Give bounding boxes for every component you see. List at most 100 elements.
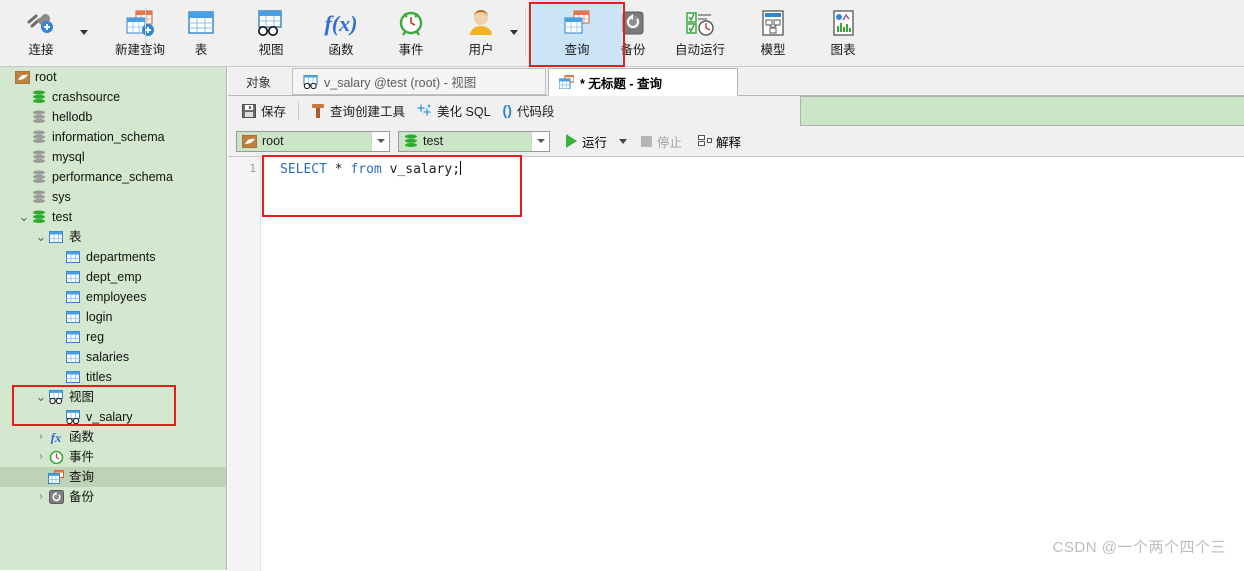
database-select-chevron[interactable] [531,131,549,151]
ribbon-toolbar: 连接 新建查询 表 视图 f(x) 函数 事件 用户 查询 备份 自动运行 模型… [0,0,1244,67]
run-label: 运行 [582,135,608,150]
connection-dropdown-caret[interactable] [80,30,88,35]
tree-node-label: employees [86,290,147,304]
table-icon [65,250,81,264]
text-caret [460,161,462,175]
run-button[interactable]: 运行 [562,130,611,152]
tree-node[interactable]: information_schema [0,127,226,147]
tab-untitled-query[interactable]: * 无标题 - 查询 [548,68,738,96]
table-icon [65,350,81,364]
user-icon [461,7,501,39]
db-gray-icon [31,170,47,184]
tree-node[interactable]: 查询 [0,467,226,487]
table-icon [65,370,81,384]
beautify-sql-label: 美化 SQL [437,105,491,119]
ribbon-label: 用户 [468,43,494,57]
database-select[interactable]: test [398,130,550,152]
db-gray-icon [31,190,47,204]
tree-node-label: departments [86,250,156,264]
ribbon-group-event: 事件 [378,0,444,66]
connection-icon [242,134,257,148]
ribbon-group-connection: 连接 [8,0,88,66]
ribbon-label: 事件 [398,43,424,57]
tab-v-salary-view[interactable]: v_salary @test (root) - 视图 [292,68,546,95]
tree-node[interactable]: › fx 函数 [0,427,226,447]
tree-node[interactable]: › 事件 [0,447,226,467]
ribbon-button-automation[interactable]: 自动运行 [660,0,740,64]
tab-label: v_salary @test (root) - 视图 [324,76,477,90]
ribbon-button-user[interactable]: 用户 [448,0,514,64]
tree-node[interactable]: titles [0,367,226,387]
ribbon-button-backup[interactable]: 备份 [600,0,666,64]
tree-node-label: 表 [69,230,82,244]
query-builder-button[interactable]: 查询创建工具 [305,100,411,122]
db-gray-icon [31,130,47,144]
ribbon-label: 连接 [28,43,54,57]
ribbon-button-event[interactable]: 事件 [378,0,444,64]
connection-select-chevron[interactable] [371,131,389,151]
svg-text:f(x): f(x) [325,11,358,36]
db-green-icon [31,90,47,104]
stop-label: 停止 [657,135,683,150]
object-tree-sidebar[interactable]: root crashsource hellodb information_schema… [0,67,227,570]
tree-node[interactable]: mysql [0,147,226,167]
connection-plus-icon [21,7,61,39]
ribbon-button-view[interactable]: 视图 [238,0,304,64]
table-icon [65,310,81,324]
view-icon [48,390,64,404]
connection-select[interactable]: root [236,130,390,152]
tree-node[interactable]: reg [0,327,226,347]
ribbon-group-user: 用户 [448,0,518,66]
save-button[interactable]: 保存 [236,100,292,122]
tree-node[interactable]: salaries [0,347,226,367]
ribbon-button-connection[interactable]: 连接 [8,0,74,64]
tree-node-label: 事件 [69,450,95,464]
tree-node[interactable]: v_salary [0,407,226,427]
tree-node[interactable]: performance_schema [0,167,226,187]
new-query-icon [120,7,160,39]
tree-node[interactable]: root [0,67,226,87]
tree-node[interactable]: dept_emp [0,267,226,287]
tree-node-label: 备份 [69,490,95,504]
query-toolbar-separator [298,101,300,120]
tree-node[interactable]: ⌄ 视图 [0,387,226,407]
ribbon-button-function[interactable]: f(x) 函数 [308,0,374,64]
db-gray-icon [31,150,47,164]
tree-node[interactable]: crashsource [0,87,226,107]
tree-node[interactable]: employees [0,287,226,307]
tree-node[interactable]: ⌄ 表 [0,227,226,247]
tab-objects[interactable]: 对象 [236,68,281,95]
sql-code-area[interactable]: SELECT * from v_salary; [262,157,1244,571]
explain-button[interactable]: 解释 [694,130,745,152]
query-builder-label: 查询创建工具 [330,105,406,119]
ribbon-button-chart[interactable]: 图表 [810,0,876,64]
chevron-down-icon[interactable]: ⌄ [17,210,31,223]
ribbon-group-view: 视图 [238,0,304,66]
tree-node[interactable]: › 备份 [0,487,226,507]
view-icon [251,7,291,39]
ribbon-button-model[interactable]: 模型 [740,0,806,64]
ribbon-button-table[interactable]: 表 [168,0,234,64]
table-icon [65,290,81,304]
user-dropdown-caret[interactable] [510,30,518,35]
ribbon-label: 函数 [328,43,354,57]
query-icon [559,75,574,89]
tree-node[interactable]: ⌄ test [0,207,226,227]
tree-node[interactable]: login [0,307,226,327]
chevron-down-icon[interactable]: ⌄ [34,390,48,403]
chevron-right-icon[interactable]: › [34,452,48,462]
event-clock-icon [48,450,64,464]
chevron-down-icon[interactable]: ⌄ [34,230,48,243]
tree-node-label: dept_emp [86,270,142,284]
chevron-right-icon[interactable]: › [34,432,48,442]
code-snippet-button[interactable]: () 代码段 [497,100,561,122]
chevron-right-icon[interactable]: › [34,492,48,502]
tree-node[interactable]: departments [0,247,226,267]
tree-node[interactable]: sys [0,187,226,207]
sql-editor[interactable]: 1 SELECT * from v_salary; [228,156,1244,571]
tree-node-label: 函数 [69,430,95,444]
beautify-sql-button[interactable]: 美化 SQL [411,100,497,122]
ribbon-group-model: 模型 [740,0,806,66]
tree-node[interactable]: hellodb [0,107,226,127]
run-dropdown-caret[interactable] [619,138,628,144]
